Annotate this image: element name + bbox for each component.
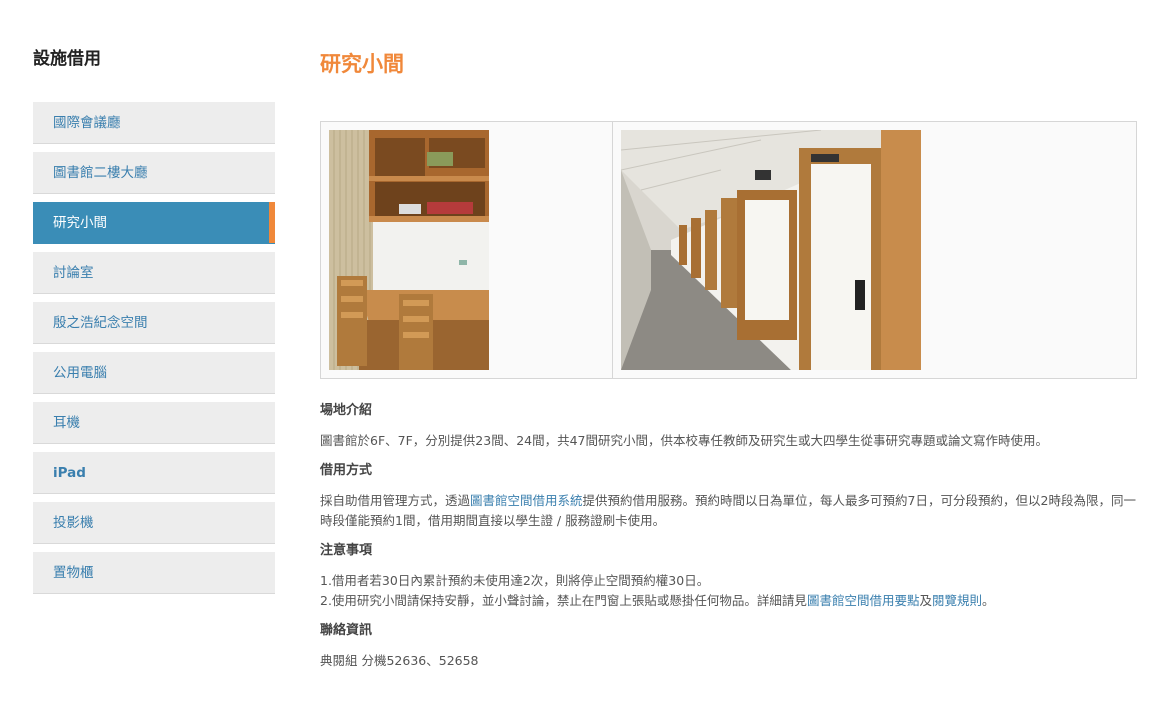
notes-line-2-mid: 及 <box>919 593 932 608</box>
sidebar-link[interactable]: 投影機 <box>33 502 275 544</box>
sidebar-item-ipad[interactable]: iPad <box>33 452 275 494</box>
sidebar-link[interactable]: 置物櫃 <box>33 552 275 594</box>
sidebar-link[interactable]: 討論室 <box>33 252 275 294</box>
sidebar-title: 設施借用 <box>33 49 101 69</box>
sidebar-link[interactable]: 國際會議廳 <box>33 102 275 144</box>
sidebar-item-discussion-room[interactable]: 討論室 <box>33 252 275 294</box>
borrow-text-before: 採自助借用管理方式，透過 <box>320 493 471 508</box>
sidebar-item-public-computers[interactable]: 公用電腦 <box>33 352 275 394</box>
photo-cell <box>321 122 613 378</box>
notes-line-1: 1.借用者若30日內累計預約未使用達2次，則將停止空間預約權30日。 <box>320 573 710 588</box>
space-borrowing-rules-link[interactable]: 圖書館空間借用要點 <box>807 593 920 608</box>
reading-rules-link[interactable]: 閱覽規則 <box>932 593 982 608</box>
carrel-corridor-photo <box>621 130 1128 370</box>
sidebar-item-international-conference-hall[interactable]: 國際會議廳 <box>33 102 275 144</box>
sidebar-item-library-2f-lobby[interactable]: 圖書館二樓大廳 <box>33 152 275 194</box>
page-title: 研究小間 <box>320 52 404 76</box>
intro-text: 圖書館於6F、7F，分別提供23間、24間，共47間研究小間，供本校專任教師及研… <box>320 433 1049 448</box>
sidebar-link[interactable]: 殷之浩紀念空間 <box>33 302 275 344</box>
sidebar-item-projector[interactable]: 投影機 <box>33 502 275 544</box>
sidebar-item-headphones[interactable]: 耳機 <box>33 402 275 444</box>
sidebar-menu: 國際會議廳 圖書館二樓大廳 研究小間 討論室 殷之浩紀念空間 公用電腦 耳機 i… <box>33 102 275 594</box>
sidebar: 設施借用 國際會議廳 圖書館二樓大廳 研究小間 討論室 殷之浩紀念空間 公用電腦… <box>33 48 275 602</box>
sidebar-item-yin-memorial-space[interactable]: 殷之浩紀念空間 <box>33 302 275 344</box>
notes-text: 1.借用者若30日內累計預約未使用達2次，則將停止空間預約權30日。 2.使用研究… <box>320 571 1137 611</box>
borrow-text: 採自助借用管理方式，透過圖書館空間借用系統提供預約借用服務。預約時間以日為單位，… <box>320 491 1137 531</box>
contact-text: 典閱組 分機52636、52658 <box>320 653 479 668</box>
sidebar-link[interactable]: iPad <box>33 452 275 494</box>
space-booking-system-link[interactable]: 圖書館空間借用系統 <box>470 493 583 508</box>
sidebar-link[interactable]: 圖書館二樓大廳 <box>33 152 275 194</box>
contact-heading: 聯絡資訊 <box>320 623 373 638</box>
photo-cell <box>613 122 1136 378</box>
sidebar-link[interactable]: 研究小間 <box>33 202 275 244</box>
sidebar-link[interactable]: 耳機 <box>33 402 275 444</box>
notes-heading: 注意事項 <box>320 543 373 558</box>
notes-line-2-before: 2.使用研究小間請保持安靜，並小聲討論，禁止在門窗上張貼或懸掛任何物品。詳細請見 <box>320 593 807 608</box>
borrow-heading: 借用方式 <box>320 463 373 478</box>
main-content: 研究小間 場地介紹 圖書館於6F、7F，分別提供23間、24間，共47間研究小間… <box>320 48 1137 671</box>
photo-table <box>320 121 1137 379</box>
carrel-desk-photo <box>329 130 604 370</box>
sidebar-link[interactable]: 公用電腦 <box>33 352 275 394</box>
sidebar-item-lockers[interactable]: 置物櫃 <box>33 552 275 594</box>
sidebar-item-research-carrel[interactable]: 研究小間 <box>33 202 275 244</box>
notes-line-2-after: 。 <box>981 593 995 608</box>
intro-heading: 場地介紹 <box>320 403 373 418</box>
